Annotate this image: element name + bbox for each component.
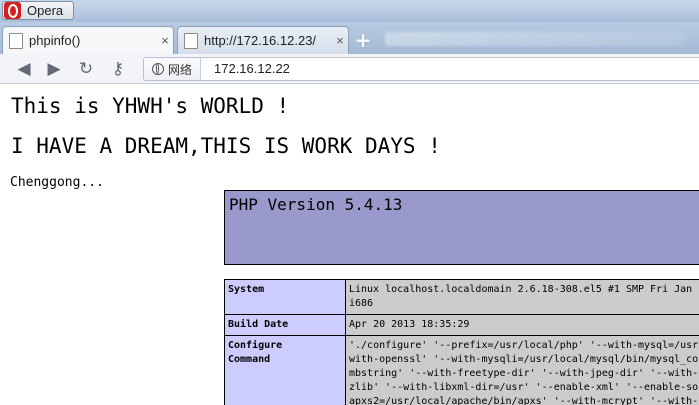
table-row: Build Date Apr 20 2013 18:35:29 xyxy=(224,314,699,336)
key-icon[interactable]: ⚷ xyxy=(108,59,128,79)
site-info-label: 网络 xyxy=(168,62,193,77)
opera-menu-button[interactable]: Opera xyxy=(2,1,74,20)
row-key: Build Date xyxy=(224,314,346,336)
close-tab-icon[interactable]: × xyxy=(332,33,348,48)
globe-icon xyxy=(152,63,164,75)
tab-172-16-12-23[interactable]: http://172.16.12.23/ × xyxy=(177,26,349,54)
window-title-blur xyxy=(385,32,685,46)
new-tab-button[interactable]: + xyxy=(351,30,375,52)
back-icon[interactable]: ◀ xyxy=(14,59,34,79)
page-content: This is YHWH's WORLD ! I HAVE A DREAM,TH… xyxy=(0,84,699,405)
address-bar[interactable]: 网络 172.16.12.22 xyxy=(143,57,699,81)
php-info-table: System Linux localhost.localdomain 2.6.1… xyxy=(224,279,699,405)
php-version-header: PHP Version 5.4.13 xyxy=(224,190,699,265)
row-key: System xyxy=(224,279,346,315)
row-key: Configure Command xyxy=(224,335,346,405)
site-info-badge[interactable]: 网络 xyxy=(144,58,201,80)
tab-phpinfo[interactable]: phpinfo() × xyxy=(2,26,174,54)
tab-strip: phpinfo() × http://172.16.12.23/ × + xyxy=(0,22,699,54)
page-heading-dream: I HAVE A DREAM,THIS IS WORK DAYS ! xyxy=(11,134,441,158)
table-row: Configure Command './configure' '--prefi… xyxy=(224,335,699,405)
row-value: './configure' '--prefix=/usr/local/php' … xyxy=(345,335,699,405)
reload-icon[interactable]: ↻ xyxy=(76,59,96,79)
forward-icon[interactable]: ▶ xyxy=(44,59,64,79)
page-heading-world: This is YHWH's WORLD ! xyxy=(11,94,290,118)
php-version-title: PHP Version 5.4.13 xyxy=(229,195,403,214)
row-value: Apr 20 2013 18:35:29 xyxy=(345,314,699,336)
title-bar: Opera xyxy=(0,0,699,22)
opera-menu-label: Opera xyxy=(27,3,64,18)
table-row: System Linux localhost.localdomain 2.6.1… xyxy=(224,279,699,315)
page-icon xyxy=(9,32,23,49)
tab-title: http://172.16.12.23/ xyxy=(204,33,317,48)
close-tab-icon[interactable]: × xyxy=(157,33,173,48)
row-value: Linux localhost.localdomain 2.6.18-308.e… xyxy=(345,279,699,315)
navigation-toolbar: ◀ ▶ ↻ ⚷ 网络 172.16.12.22 xyxy=(0,54,699,84)
status-text: Chenggong... xyxy=(10,175,104,190)
page-icon xyxy=(184,32,198,49)
url-text[interactable]: 172.16.12.22 xyxy=(214,61,290,76)
tab-title: phpinfo() xyxy=(29,33,81,48)
opera-logo-icon xyxy=(4,2,21,19)
